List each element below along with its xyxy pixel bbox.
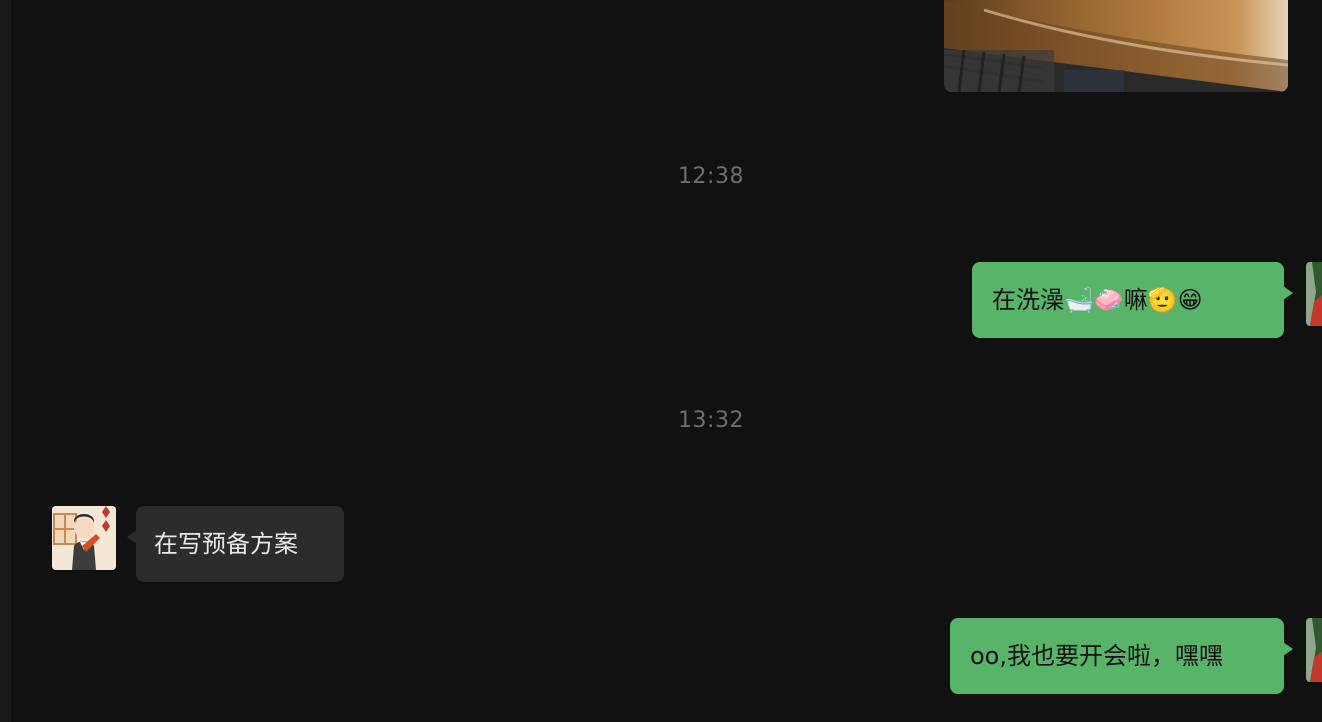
image-message[interactable] xyxy=(944,0,1288,92)
avatar[interactable] xyxy=(1306,618,1322,682)
timestamp: 13:32 xyxy=(678,408,744,433)
outgoing-message-bubble[interactable]: oo,我也要开会啦，嘿嘿 xyxy=(950,618,1293,694)
outgoing-message-bubble[interactable]: 在洗澡🛁🧼嘛🫡😁 xyxy=(972,262,1293,338)
chat-window: 12:38 在洗澡🛁🧼嘛🫡😁 13:32 在写预备方案 oo,我也要开会啦，嘿嘿 xyxy=(0,0,1322,722)
avatar[interactable] xyxy=(1306,262,1322,326)
avatar[interactable] xyxy=(52,506,116,570)
incoming-message-bubble[interactable]: 在写预备方案 xyxy=(127,506,344,582)
message-text: 在写预备方案 xyxy=(154,530,298,558)
left-edge-divider xyxy=(0,0,11,722)
message-text: oo,我也要开会啦，嘿嘿 xyxy=(970,642,1223,670)
message-text: 在洗澡🛁🧼嘛🫡😁 xyxy=(992,286,1203,314)
timestamp: 12:38 xyxy=(678,164,744,189)
